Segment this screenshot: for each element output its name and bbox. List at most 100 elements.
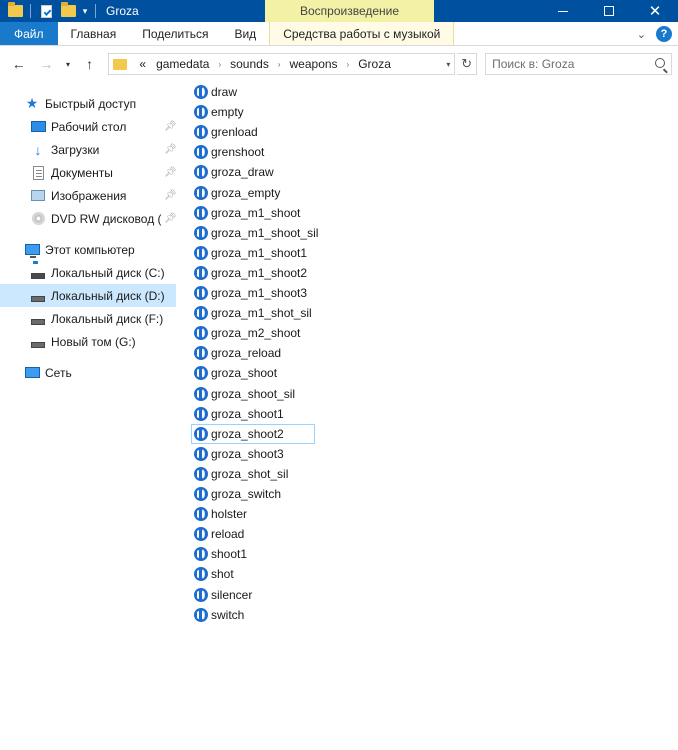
recent-locations-button[interactable]: ▾ xyxy=(61,52,75,76)
file-list[interactable]: draw empty grenload grenshoot groza_draw groz… xyxy=(176,82,678,750)
file-item[interactable]: groza_switch xyxy=(191,484,286,504)
audio-file-icon xyxy=(194,587,208,602)
up-button[interactable]: ↑ xyxy=(77,52,103,76)
audio-file-icon xyxy=(194,507,208,522)
file-name: switch xyxy=(211,607,245,622)
nav-drive-f[interactable]: Локальный диск (F:) xyxy=(0,307,176,330)
file-item[interactable]: groza_draw xyxy=(191,162,279,182)
breadcrumb-gamedata[interactable]: gamedata xyxy=(152,57,213,71)
back-button[interactable]: ← xyxy=(6,52,32,76)
computer-icon xyxy=(24,242,40,258)
chevron-right-icon[interactable]: › xyxy=(215,60,224,69)
file-item[interactable]: silencer xyxy=(191,585,257,605)
chevron-right-icon[interactable]: › xyxy=(344,60,353,69)
file-item[interactable]: groza_shoot1 xyxy=(191,404,289,424)
pin-icon[interactable]: 📌︎ xyxy=(164,144,176,155)
toolbar-divider xyxy=(95,4,96,18)
maximize-button[interactable] xyxy=(586,0,632,22)
help-icon[interactable]: ? xyxy=(656,26,672,42)
audio-file-icon xyxy=(194,105,208,120)
file-item[interactable]: grenshoot xyxy=(191,142,269,162)
expand-ribbon-chevron-icon[interactable]: ⌄ xyxy=(637,28,646,41)
file-item[interactable]: reload xyxy=(191,524,249,544)
file-item[interactable]: groza_m1_shoot3 xyxy=(191,283,312,303)
file-name: shot xyxy=(211,567,234,582)
breadcrumb-overflow[interactable]: « xyxy=(135,57,150,71)
file-item[interactable]: groza_shoot3 xyxy=(191,444,289,464)
file-item[interactable]: shoot1 xyxy=(191,544,252,564)
file-item[interactable]: holster xyxy=(191,504,252,524)
address-bar[interactable]: « gamedata › sounds › weapons › Groza ▾ xyxy=(108,53,456,75)
network-icon xyxy=(24,365,40,381)
nav-drive-c[interactable]: Локальный диск (C:) xyxy=(0,261,176,284)
window-controls: ✕ xyxy=(540,0,678,22)
folder-app-icon[interactable] xyxy=(4,0,26,22)
nav-desktop[interactable]: Рабочий стол 📌︎ xyxy=(0,115,176,138)
file-item[interactable]: groza_m1_shot_sil xyxy=(191,303,317,323)
nav-drive-g[interactable]: Новый том (G:) xyxy=(0,330,176,353)
nav-documents[interactable]: Документы 📌︎ xyxy=(0,161,176,184)
chevron-right-icon[interactable]: › xyxy=(275,60,284,69)
file-item[interactable]: groza_reload xyxy=(191,343,286,363)
tab-file[interactable]: Файл xyxy=(0,22,58,45)
nav-label: Изображения xyxy=(51,188,127,203)
audio-file-icon xyxy=(194,326,208,341)
nav-dvd-drive[interactable]: DVD RW дисковод ( 📌︎ xyxy=(0,207,176,230)
forward-button[interactable]: → xyxy=(34,52,60,76)
nav-drive-d[interactable]: Локальный диск (D:) xyxy=(0,284,176,307)
pin-icon[interactable]: 📌︎ xyxy=(164,190,176,201)
new-folder-icon[interactable] xyxy=(57,0,79,22)
main-area: ★ Быстрый доступ Рабочий стол 📌︎ ↓ Загру… xyxy=(0,82,678,750)
nav-label: Сеть xyxy=(45,365,72,380)
breadcrumb-weapons[interactable]: weapons xyxy=(286,57,342,71)
tab-view[interactable]: Вид xyxy=(221,22,269,45)
search-input[interactable] xyxy=(492,57,653,71)
file-item[interactable]: groza_shoot xyxy=(191,363,282,383)
close-button[interactable]: ✕ xyxy=(632,0,678,22)
vertical-scrollbar[interactable] xyxy=(666,82,678,750)
address-dropdown-chevron-icon[interactable]: ▾ xyxy=(446,54,450,74)
file-item[interactable]: groza_shoot_sil xyxy=(191,384,300,404)
file-item[interactable]: groza_m2_shoot xyxy=(191,323,305,343)
search-box[interactable] xyxy=(485,53,672,75)
file-item[interactable]: switch xyxy=(191,605,249,625)
file-item[interactable]: groza_m1_shoot2 xyxy=(191,263,312,283)
minimize-button[interactable] xyxy=(540,0,586,22)
navigation-pane[interactable]: ★ Быстрый доступ Рабочий стол 📌︎ ↓ Загру… xyxy=(0,82,176,750)
nav-quick-access[interactable]: ★ Быстрый доступ xyxy=(0,92,176,115)
file-item[interactable]: shot xyxy=(191,564,239,584)
nav-this-pc[interactable]: Этот компьютер xyxy=(0,238,176,261)
tab-music-tools[interactable]: Средства работы с музыкой xyxy=(269,22,455,45)
customize-toolbar-chevron-icon[interactable]: ▾ xyxy=(79,6,91,17)
tab-share[interactable]: Поделиться xyxy=(129,22,221,45)
search-icon[interactable] xyxy=(655,58,665,68)
file-item[interactable]: draw xyxy=(191,82,242,102)
file-item[interactable]: groza_m1_shoot1 xyxy=(191,243,312,263)
refresh-button[interactable]: ↻ xyxy=(457,53,478,75)
nav-downloads[interactable]: ↓ Загрузки 📌︎ xyxy=(0,138,177,161)
title-bar[interactable]: ▾ Groza Воспроизведение ✕ xyxy=(0,0,678,22)
breadcrumb-sounds[interactable]: sounds xyxy=(226,57,273,71)
nav-network[interactable]: Сеть xyxy=(0,361,176,384)
nav-label: Документы xyxy=(51,165,113,180)
file-item[interactable]: grenload xyxy=(191,122,263,142)
pin-icon[interactable]: 📌︎ xyxy=(164,121,176,132)
arrow-right-icon: → xyxy=(39,56,54,72)
file-item[interactable]: groza_empty xyxy=(191,183,285,203)
pin-icon[interactable]: 📌︎ xyxy=(164,167,176,178)
nav-label: Новый том (G:) xyxy=(51,334,136,349)
file-item[interactable]: groza_m1_shoot xyxy=(191,203,305,223)
context-tab-band[interactable]: Воспроизведение xyxy=(265,0,434,22)
file-item[interactable]: groza_shot_sil xyxy=(191,464,293,484)
toolbar-divider xyxy=(30,4,31,18)
breadcrumb-groza[interactable]: Groza xyxy=(354,57,395,71)
pin-icon[interactable]: 📌︎ xyxy=(164,213,176,224)
file-item[interactable]: empty xyxy=(191,102,249,122)
tab-home[interactable]: Главная xyxy=(58,22,130,45)
file-item[interactable]: groza_shoot2 xyxy=(191,423,315,444)
properties-icon[interactable] xyxy=(35,0,57,22)
file-item[interactable]: groza_m1_shoot_sil xyxy=(191,223,323,243)
audio-file-icon xyxy=(194,306,208,321)
nav-pictures[interactable]: Изображения 📌︎ xyxy=(0,184,176,207)
